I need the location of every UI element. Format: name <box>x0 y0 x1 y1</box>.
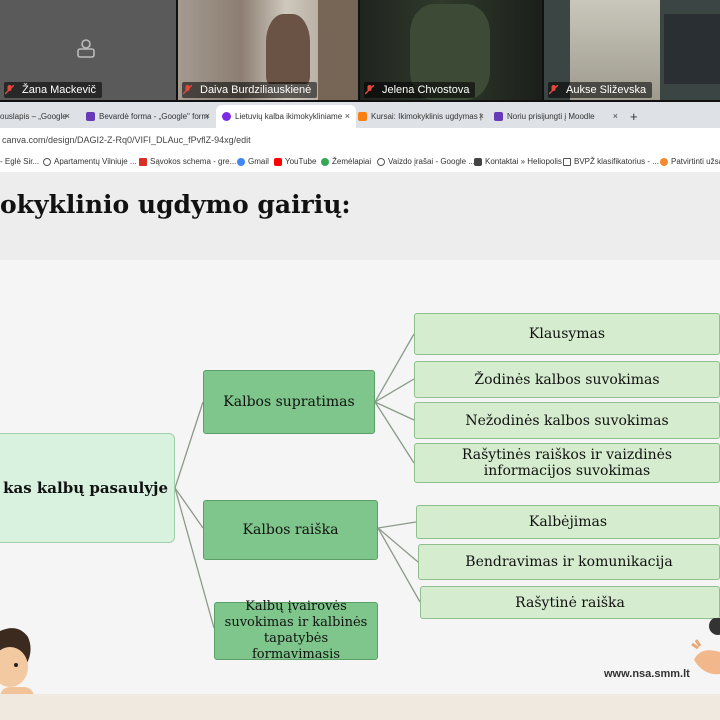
slide-title: okyklinio ugdymo gairių: <box>0 190 351 219</box>
bookmark-label: YouTube <box>285 157 317 166</box>
bookmark-item[interactable]: BVPŽ klasifikatorius - ... <box>563 152 659 172</box>
google-icon <box>237 157 245 166</box>
youtube-icon <box>274 157 282 166</box>
document-icon <box>563 157 571 166</box>
bookmark-label: Sąvokos schema - gre... <box>150 157 237 166</box>
leaf-node-klausymas: Klausymas <box>414 313 720 355</box>
participant-name: Daiva Burdziliauskienė <box>182 82 318 98</box>
bookmark-item[interactable]: Vaizdo įrašai - Google ... <box>377 152 475 172</box>
close-tab-icon[interactable]: × <box>205 105 210 128</box>
forms-favicon-icon <box>86 112 95 122</box>
forms-favicon-icon <box>494 112 503 122</box>
leaf-node-kalbejimas: Kalbėjimas <box>416 505 720 539</box>
participant-tile-aukse[interactable]: Aukse Sliževska <box>544 0 720 100</box>
bookmark-label: Gmail <box>248 157 269 166</box>
bookmark-item[interactable]: YouTube <box>274 152 316 172</box>
close-tab-icon[interactable]: × <box>479 105 484 128</box>
participant-tile-daiva[interactable]: Daiva Burdziliauskienė <box>178 0 358 100</box>
maps-pin-icon <box>321 157 329 166</box>
canva-favicon-icon <box>222 112 231 122</box>
leaf-node-rasytines-suvokimas: Rašytinės raiškos ir vaizdinės informaci… <box>414 443 720 483</box>
avatar-icon <box>77 39 95 58</box>
close-tab-icon[interactable]: × <box>345 105 350 128</box>
globe-icon <box>43 157 51 166</box>
bookmark-item[interactable]: Gmail <box>237 152 269 172</box>
bookmark-label: Kontaktai » Heliopolis <box>485 157 562 166</box>
tab-label: Bevardė forma - „Google" form <box>99 112 209 121</box>
tab-google-home[interactable]: ouslapis – „Google × <box>0 105 76 128</box>
branch-node-raiska: Kalbos raiška <box>203 500 378 560</box>
close-tab-icon[interactable]: × <box>613 105 618 128</box>
tab-label: ouslapis – „Google <box>0 112 67 121</box>
tab-canva-active[interactable]: Lietuvių kalba ikimokykliniame × <box>216 105 356 128</box>
video-feed <box>266 14 310 84</box>
tab-moodle-course[interactable]: Kursai: Ikimokyklinis ugdymas | × <box>354 105 490 128</box>
bookmark-item[interactable]: Sąvokos schema - gre... <box>139 152 236 172</box>
mic-muted-icon <box>365 85 374 95</box>
bookmark-label: Vaizdo įrašai - Google ... <box>388 157 476 166</box>
video-strip: Žana Mackevič Daiva Burdziliauskienė Jel… <box>0 0 720 102</box>
moodle-favicon-icon <box>358 112 367 122</box>
video-feed-screen <box>664 14 720 84</box>
mindmap-root-node: kas kalbų pasaulyje <box>0 433 175 543</box>
participant-name: Žana Mackevič <box>4 82 102 98</box>
bookmark-label: Žemėlapiai <box>332 157 372 166</box>
bookmark-item[interactable]: Patvirtinti užsak <box>660 152 720 172</box>
address-bar[interactable]: canva.com/design/DAGI2-Z-Rq0/VIFI_DLAuc_… <box>0 128 720 152</box>
tab-label: Noriu prisijungti į Moodle <box>507 112 595 121</box>
tab-moodle-join[interactable]: Noriu prisijungti į Moodle × <box>490 105 624 128</box>
refresh-icon <box>660 157 668 166</box>
video-feed-shelf <box>318 0 358 100</box>
participant-tile-jelena[interactable]: Jelena Chvostova <box>360 0 542 100</box>
bookmark-label: - Eglė Sir... <box>0 157 40 166</box>
participant-name: Aukse Sliževska <box>548 82 653 98</box>
bookmark-item[interactable]: Apartamentų Vilniuje ... <box>43 152 137 172</box>
branch-node-supratimas: Kalbos supratimas <box>203 370 375 434</box>
participant-tile-zana[interactable]: Žana Mackevič <box>0 0 176 100</box>
bookmark-label: BVPŽ klasifikatorius - ... <box>574 157 659 166</box>
close-tab-icon[interactable]: × <box>65 105 70 128</box>
bookmark-item[interactable]: - Eglė Sir... <box>0 152 39 172</box>
leaf-node-bendravimas: Bendravimas ir komunikacija <box>418 544 720 580</box>
bookmarks-bar: - Eglė Sir... Apartamentų Vilniuje ... S… <box>0 152 720 173</box>
participant-name: Jelena Chvostova <box>364 82 476 98</box>
url-text[interactable]: canva.com/design/DAGI2-Z-Rq0/VIFI_DLAuc_… <box>2 132 251 148</box>
slide-bottom-band <box>0 694 720 720</box>
bookmark-label: Apartamentų Vilniuje ... <box>54 157 137 166</box>
leaf-node-zodines: Žodinės kalbos suvokimas <box>414 361 720 398</box>
branch-node-ivairove: Kalbų įvairovės suvokimas ir kalbinės ta… <box>214 599 378 662</box>
leaf-node-nezodines: Nežodinės kalbos suvokimas <box>414 402 720 439</box>
tab-label: Kursai: Ikimokyklinis ugdymas | <box>371 112 482 121</box>
globe-icon <box>377 157 385 166</box>
bookmark-label: Patvirtinti užsak <box>671 157 720 166</box>
browser-tab-bar: ouslapis – „Google × Bevardė forma - „Go… <box>0 102 720 128</box>
mic-muted-icon <box>549 85 558 95</box>
leaf-node-rasytine-raiska: Rašytinė raiška <box>420 586 720 619</box>
bookmark-item[interactable]: Kontaktai » Heliopolis <box>474 152 562 172</box>
tab-google-form[interactable]: Bevardė forma - „Google" form × <box>82 105 216 128</box>
bookmark-item[interactable]: Žemėlapiai <box>321 152 371 172</box>
child-illustration-right <box>691 618 720 675</box>
mic-muted-icon <box>5 85 14 95</box>
site-footer-url: www.nsa.smm.lt <box>604 668 690 680</box>
tab-label: Lietuvių kalba ikimokykliniame <box>235 112 343 121</box>
gmail-icon <box>139 157 147 166</box>
mic-muted-icon <box>183 85 192 95</box>
contacts-icon <box>474 157 482 166</box>
new-tab-button[interactable]: + <box>630 105 644 128</box>
